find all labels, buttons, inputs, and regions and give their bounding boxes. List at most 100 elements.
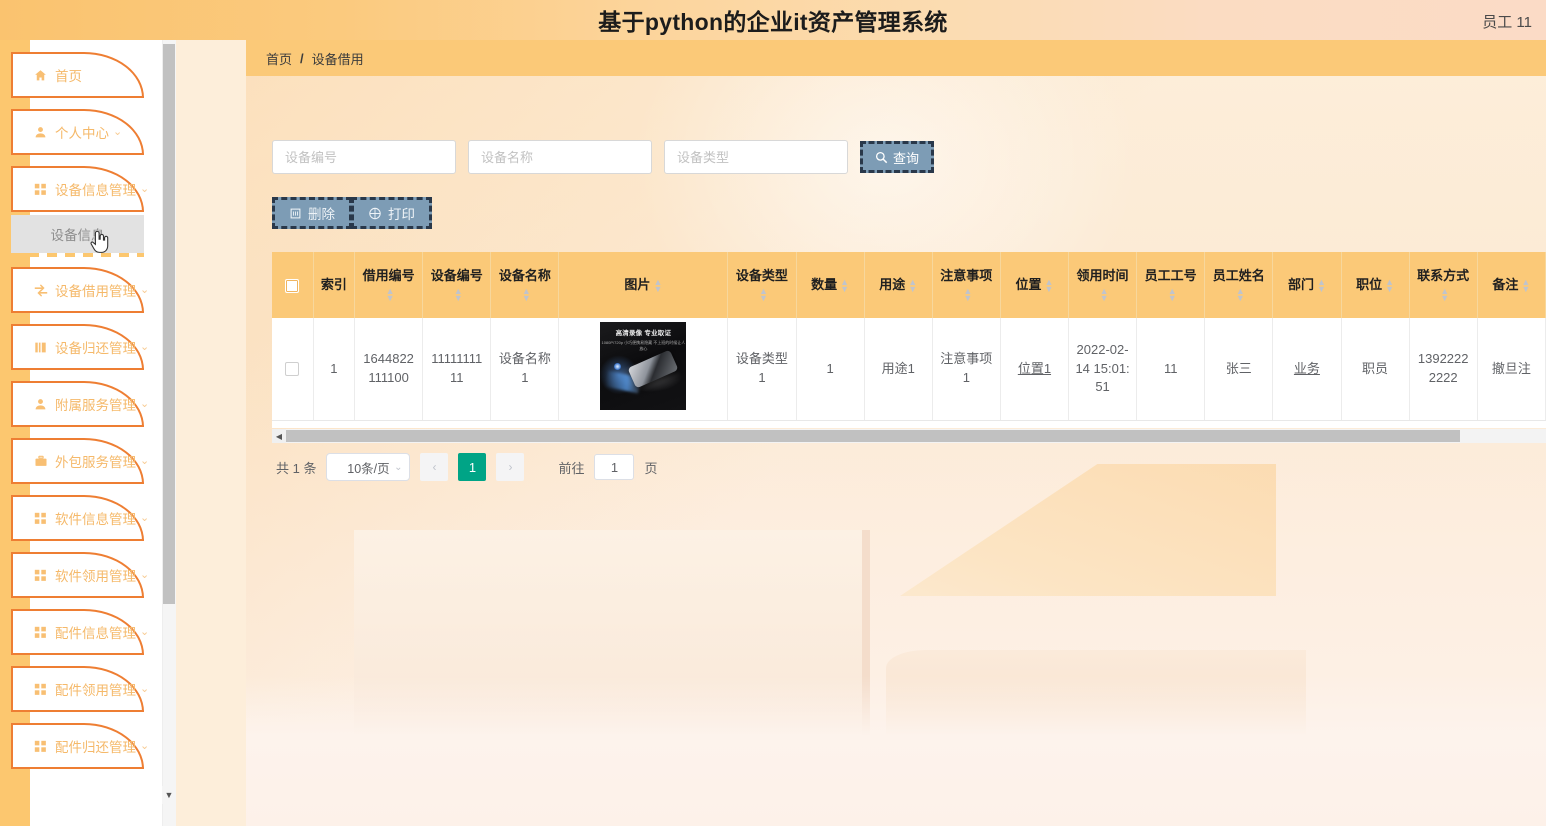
current-user-label[interactable]: 员工 11 <box>1482 11 1532 32</box>
grid-icon <box>33 569 48 582</box>
cell-index: 1 <box>313 318 356 421</box>
page-number-1[interactable]: 1 <box>458 453 487 481</box>
cell-location[interactable]: 位置1 <box>1000 318 1070 421</box>
sidebar-item-设备归还管理[interactable]: 设备归还管理 ⌄ <box>11 324 149 370</box>
cell-value-dev_type: 设备类型1 <box>735 351 788 385</box>
grid-icon <box>33 183 48 196</box>
sort-toggle-icon[interactable]: ▲ ▼ <box>908 278 917 294</box>
column-header-dev_no[interactable]: 设备编号 ▲ ▼ <box>422 252 492 318</box>
sort-toggle-icon[interactable]: ▲ ▼ <box>653 278 662 294</box>
column-header-location[interactable]: 位置 ▲ ▼ <box>1000 252 1070 318</box>
sidebar-item-设备信息管理[interactable]: 设备信息管理 ⌄ <box>11 166 149 212</box>
cell-dept[interactable]: 业务 <box>1272 318 1342 421</box>
row-checkbox[interactable] <box>285 362 300 377</box>
device-thumbnail-image[interactable]: 高清录像 专业取证 1080P/720p 小巧便携易隐藏 不上班的时候让人放心 <box>600 322 687 410</box>
briefcase-icon <box>33 455 48 468</box>
sidebar-scroll-down-icon[interactable]: ▼ <box>162 786 176 804</box>
cell-dev_name: 设备名称1 <box>490 318 560 421</box>
jump-page-input[interactable] <box>594 454 635 480</box>
sidebar-item-个人中心[interactable]: 个人中心 ⌄ <box>11 109 144 155</box>
chevron-down-icon: ⌄ <box>140 397 150 410</box>
sort-toggle-icon[interactable]: ▲ ▼ <box>759 287 768 303</box>
trash-icon <box>289 207 302 220</box>
sidebar-item-配件信息管理[interactable]: 配件信息管理 ⌄ <box>11 609 149 655</box>
breadcrumb-separator: / <box>300 50 304 66</box>
sidebar-item-软件信息管理[interactable]: 软件信息管理 ⌄ <box>11 495 149 541</box>
cell-qty: 1 <box>796 318 865 421</box>
delete-button[interactable]: 删除 <box>272 197 352 229</box>
cell-value-qty: 1 <box>826 360 834 376</box>
sort-toggle-icon[interactable]: ▲ ▼ <box>840 278 849 294</box>
table-scroll-left-icon[interactable]: ◀ <box>272 429 286 443</box>
device-type-input[interactable] <box>664 140 848 174</box>
cell-image[interactable]: 高清录像 专业取证 1080P/720p 小巧便携易隐藏 不上班的时候让人放心 <box>558 318 729 421</box>
sort-toggle-icon[interactable]: ▲ ▼ <box>1317 278 1326 294</box>
column-header-image[interactable]: 图片 ▲ ▼ <box>558 252 729 318</box>
sidebar-item-首页[interactable]: 首页 <box>11 52 144 98</box>
column-header-contact[interactable]: 联系方式 ▲ ▼ <box>1409 252 1478 318</box>
app-window: 基于python的企业it资产管理系统 员工 11 首页 个人中心 ⌄ 设备信息管理 ⌄… <box>0 0 1546 826</box>
column-header-emp_no[interactable]: 员工工号 ▲ ▼ <box>1136 252 1206 318</box>
sort-toggle-icon[interactable]: ▲ ▼ <box>454 287 463 303</box>
sidebar-item-外包服务管理[interactable]: 外包服务管理 ⌄ <box>11 438 149 484</box>
sidebar-item-配件领用管理[interactable]: 配件领用管理 ⌄ <box>11 666 149 712</box>
sidebar-subitem-设备信息[interactable]: 设备信息 <box>11 215 144 253</box>
grid-icon <box>33 512 48 525</box>
thumbnail-device-shape <box>627 349 679 389</box>
column-header-dev_type[interactable]: 设备类型 ▲ ▼ <box>727 252 797 318</box>
cell-value-emp_no: 11 <box>1163 360 1178 376</box>
column-header-dev_name[interactable]: 设备名称 ▲ ▼ <box>490 252 560 318</box>
device-name-input[interactable] <box>468 140 652 174</box>
sidebar-menu[interactable]: 首页 个人中心 ⌄ 设备信息管理 ⌄ 设备信息 设备借用管理 ⌄ 设备归还管理 ⌄ 附属服务管理 ⌄ 外… <box>0 40 162 826</box>
column-header-borrow_no[interactable]: 借用编号 ▲ ▼ <box>354 252 424 318</box>
sidebar-item-label: 外包服务管理 <box>55 455 136 470</box>
table-row[interactable]: 1 1644822111100 1111111111 设备名称1 高清录像 专业取证 10… <box>272 318 1546 421</box>
sidebar-item-label: 软件领用管理 <box>55 569 136 584</box>
sort-toggle-icon[interactable]: ▲ ▼ <box>386 287 395 303</box>
cell-dev_no: 1111111111 <box>422 318 492 421</box>
row-checkbox-cell[interactable] <box>272 318 314 421</box>
sort-toggle-icon[interactable]: ▲ ▼ <box>1044 278 1053 294</box>
column-header-position[interactable]: 职位 ▲ ▼ <box>1341 252 1410 318</box>
sort-toggle-icon[interactable]: ▲ ▼ <box>1521 278 1530 294</box>
chevron-down-icon: ⌄ <box>140 682 150 695</box>
data-table-container[interactable]: 索引 借用编号 ▲ ▼ 设备编号 ▲ ▼ 设备名称 ▲ ▼ 图片 ▲ ▼ 设备类型 ▲ ▼ 数量 ▲ ▼ 用途 ▲ ▼ 注意… <box>272 252 1546 428</box>
column-header-notes[interactable]: 注意事项 ▲ ▼ <box>932 252 1001 318</box>
sidebar-item-附属服务管理[interactable]: 附属服务管理 ⌄ <box>11 381 149 427</box>
query-button[interactable]: 查询 <box>860 141 935 173</box>
sort-toggle-icon[interactable]: ▲ ▼ <box>963 287 972 303</box>
print-icon <box>368 207 382 220</box>
sort-toggle-icon[interactable]: ▲ ▼ <box>1100 287 1109 303</box>
sidebar-item-设备借用管理[interactable]: 设备借用管理 ⌄ <box>11 267 149 313</box>
thumbnail-caption: 高清录像 专业取证 <box>615 330 672 337</box>
sort-toggle-icon[interactable]: ▲ ▼ <box>1168 287 1177 303</box>
print-button[interactable]: 打印 <box>351 197 432 229</box>
sidebar-item-配件归还管理[interactable]: 配件归还管理 ⌄ <box>11 723 149 769</box>
sort-toggle-icon[interactable]: ▲ ▼ <box>522 287 531 303</box>
column-header-qty[interactable]: 数量 ▲ ▼ <box>796 252 865 318</box>
grid-icon <box>33 626 48 639</box>
sidebar-item-软件领用管理[interactable]: 软件领用管理 ⌄ <box>11 552 149 598</box>
column-header-take_time[interactable]: 领用时间 ▲ ▼ <box>1068 252 1138 318</box>
sort-toggle-icon[interactable]: ▲ ▼ <box>1236 287 1245 303</box>
column-header-emp_name[interactable]: 员工姓名 ▲ ▼ <box>1204 252 1274 318</box>
page-size-value: 10条/页 <box>347 461 390 476</box>
next-page-button[interactable]: › <box>496 453 525 481</box>
grid-icon <box>33 683 48 696</box>
prev-page-button[interactable]: ‹ <box>420 453 449 481</box>
sidebar-subitem-underline <box>11 253 144 257</box>
sidebar-item-label: 设备信息管理 <box>55 183 136 198</box>
breadcrumb-current: 设备借用 <box>311 51 364 67</box>
table-hscrollbar-thumb[interactable] <box>286 430 1460 442</box>
column-header-purpose[interactable]: 用途 ▲ ▼ <box>864 252 933 318</box>
column-header-remark[interactable]: 备注 ▲ ▼ <box>1477 252 1546 318</box>
breadcrumb-home[interactable]: 首页 <box>266 49 292 68</box>
column-header-label: 用途 <box>879 277 906 293</box>
page-size-select[interactable]: 10条/页 ⌄ <box>326 453 411 481</box>
device-code-input[interactable] <box>272 140 456 174</box>
sort-toggle-icon[interactable]: ▲ ▼ <box>1385 278 1394 294</box>
column-header-dept[interactable]: 部门 ▲ ▼ <box>1272 252 1342 318</box>
sidebar-scrollbar-thumb[interactable] <box>163 44 175 604</box>
sort-toggle-icon[interactable]: ▲ ▼ <box>1440 287 1449 303</box>
select-all-checkbox[interactable] <box>285 278 300 293</box>
